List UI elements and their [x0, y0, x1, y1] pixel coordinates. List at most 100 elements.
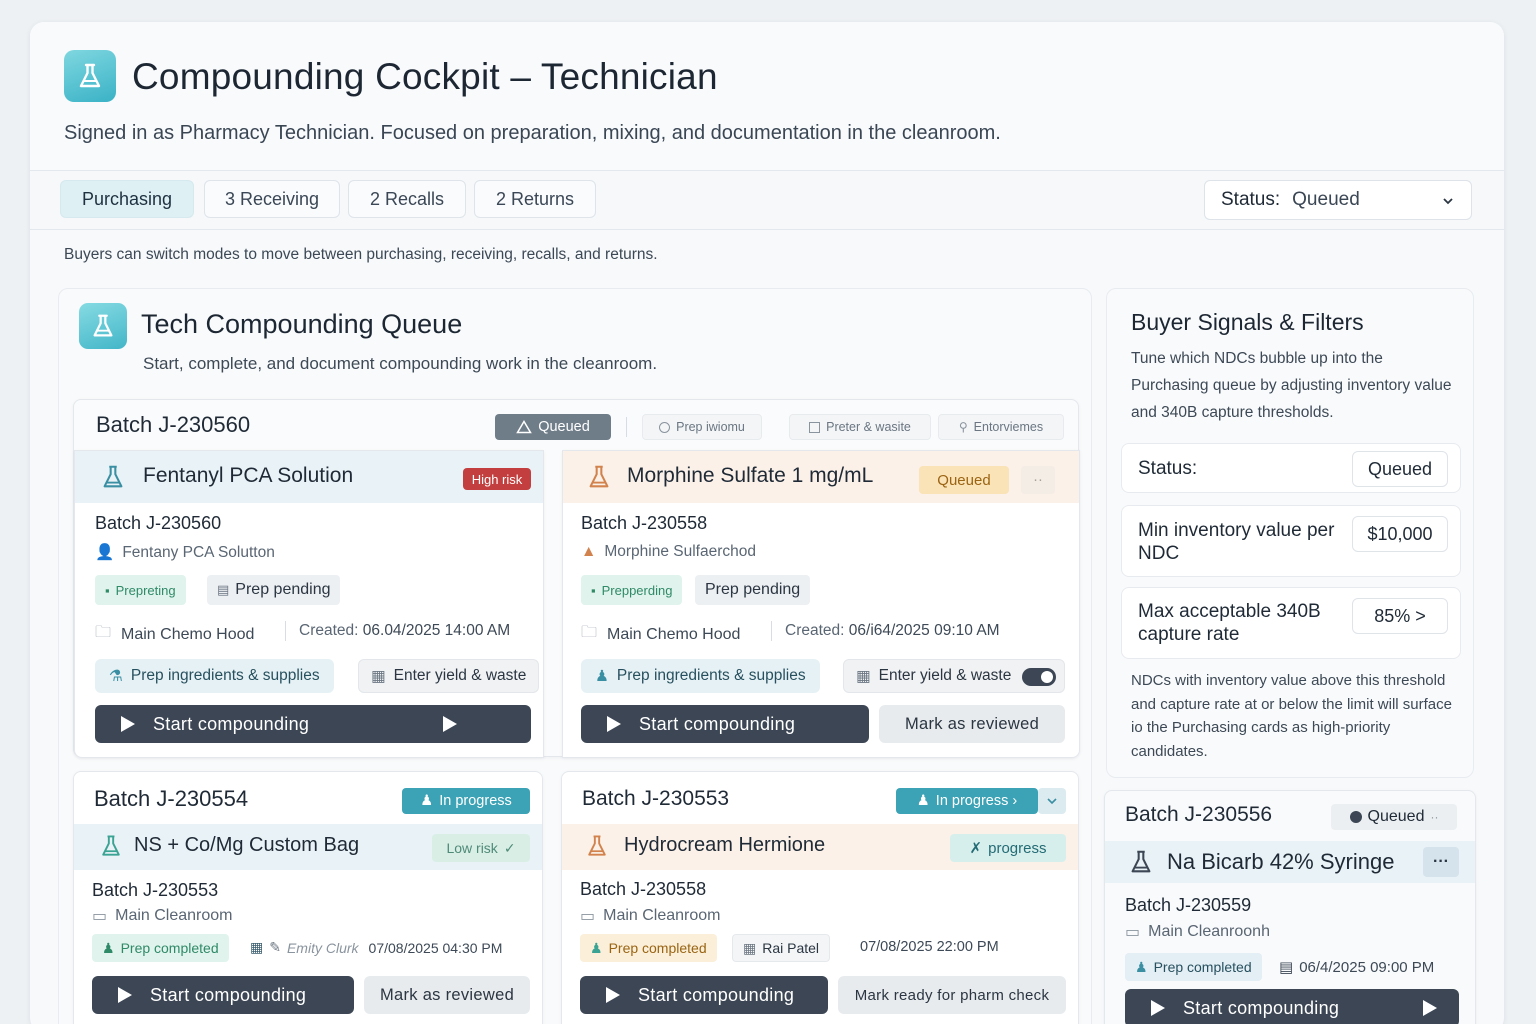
dot-icon [1349, 811, 1362, 823]
building-icon [809, 421, 821, 433]
mark-ready-button[interactable]: Mark ready for pharm check [838, 976, 1066, 1014]
play-icon [121, 716, 135, 732]
tray-icon: ▭ [1125, 924, 1141, 941]
queue-panel: Tech Compounding Queue Start, complete, … [58, 288, 1092, 1024]
start-compounding-button[interactable]: Start compounding [581, 705, 869, 743]
product-name: NS + Co/Mg Custom Bag [134, 834, 360, 856]
stage-tag: ▪ Prepreting [95, 575, 186, 605]
drug-name: Fentany PCA Solutton [122, 543, 275, 561]
stage-tag-label: Prepperding [601, 582, 673, 598]
enter-yield-label: Enter yield & waste [393, 667, 527, 684]
status-badge-label: Queued [538, 419, 590, 435]
start-compounding-button[interactable]: Start compounding [92, 976, 354, 1014]
compound-card-fentanyl: Fentanyl PCA Solution High risk Batch J-… [74, 450, 544, 758]
risk-badge: High risk [463, 468, 531, 490]
status-filter-label: Status: [1138, 458, 1198, 479]
prep-tag: ▤ Prep pending [207, 575, 341, 605]
enter-yield-button[interactable]: ▦ Enter yield & waste [843, 659, 1065, 693]
assignee: Rai Patel [762, 940, 820, 956]
yield-toggle[interactable] [1022, 668, 1056, 686]
drug-name: Morphine Sulfaerchod [604, 543, 756, 560]
datetime: 07/08/2025 22:00 PM [860, 939, 999, 955]
tab-purchasing[interactable]: Purchasing [60, 180, 194, 218]
status-badge-label: In progress [439, 793, 512, 809]
min-inventory-label: Min inventory value per NDC [1138, 520, 1335, 564]
max-capture-input[interactable]: 85% > [1352, 598, 1448, 634]
min-inventory-input[interactable]: $10,000 [1352, 516, 1448, 552]
batch-number: Batch J-230558 [580, 879, 707, 899]
card-header: Na Bicarb 42% Syringe ··· [1105, 841, 1475, 883]
batch-card-j230553: Batch J-230553 ♟ In progress › Hydrocrea… [561, 771, 1079, 1024]
document-icon: ▤ [1279, 959, 1294, 976]
risk-dropdown[interactable]: Low risk ✓ [432, 834, 530, 862]
warning-icon [516, 420, 533, 434]
tab-returns[interactable]: 2 Returns [474, 180, 596, 218]
folder-icon: 🗀 [581, 624, 598, 641]
chevron-down-icon [1441, 192, 1455, 214]
stage-tag: ♟ Prep completed [92, 934, 229, 962]
prep-tag-label: Prep pending [235, 581, 331, 598]
progress-badge: ✗ progress [950, 834, 1066, 862]
flask-icon [588, 835, 606, 856]
queue-title: Tech Compounding Queue [141, 309, 463, 339]
mode-tabbar: Purchasing 3 Receiving 2 Recalls 2 Retur… [30, 170, 1504, 230]
calendar-icon: ▦ [743, 939, 757, 956]
start-compounding-label: Start compounding [150, 984, 307, 1005]
stage-tag-label: Prep completed [1153, 959, 1252, 975]
stage-tag: ♟ Prep completed [580, 934, 717, 962]
chip-prep[interactable]: Prep iwiomu [642, 414, 762, 440]
folder-icon: 🗀 [95, 624, 112, 641]
status-badge: Queued [919, 466, 1009, 494]
datetime: 06/4/2025 09:00 PM [1299, 958, 1435, 976]
start-compounding-button[interactable]: Start compounding [580, 976, 828, 1014]
status-chevron-button[interactable] [1038, 788, 1066, 814]
more-menu-button[interactable]: ··· [1423, 847, 1459, 877]
enter-yield-button[interactable]: ▦ Enter yield & waste [358, 659, 540, 693]
status-select[interactable]: Status: Queued [1204, 180, 1472, 220]
flask-icon [1131, 850, 1151, 873]
play-icon [443, 716, 457, 732]
assignee-line: ▦ ✎ Emity Clurk 07/08/2025 04:30 PM [250, 939, 502, 956]
chip-preter-label: Preter & wasite [826, 420, 911, 434]
circle-icon [659, 421, 671, 433]
created-label: Created: [785, 622, 845, 639]
person-icon: ♟ [595, 667, 609, 685]
filter-icon: ⚲ [958, 420, 968, 434]
play-icon [607, 716, 621, 732]
chip-entorviemes[interactable]: ⚲ Entorviemes [938, 414, 1064, 440]
location-line: ▭ Main Cleanroonh [1125, 922, 1270, 942]
max-capture-label: Max acceptable 340B capture rate [1138, 601, 1321, 645]
batch-title: Batch J-230554 [94, 786, 249, 811]
mark-reviewed-button[interactable]: Mark as reviewed [879, 705, 1065, 743]
location-line: ▭ Main Cleanroom [92, 906, 233, 926]
chip-preter[interactable]: Preter & wasite [789, 414, 931, 440]
mark-reviewed-button[interactable]: Mark as reviewed [364, 976, 530, 1014]
person-icon: ♟ [916, 793, 930, 809]
flask-icon [589, 465, 609, 488]
prep-ingredients-label: Prep ingredients & supplies [616, 667, 806, 684]
more-button[interactable]: ·· [1021, 466, 1055, 494]
status-filter-row: Status: Queued [1121, 443, 1461, 493]
start-compounding-label: Start compounding [638, 984, 795, 1005]
stage-tag-label: Prepreting [115, 582, 176, 598]
start-compounding-label: Start compounding [639, 713, 796, 734]
prep-ingredients-button[interactable]: ⚗ Prep ingredients & supplies [95, 659, 334, 693]
stage-tag: ▪ Prepperding [581, 575, 683, 605]
start-compounding-button[interactable]: Start compounding [95, 705, 531, 743]
play-icon [118, 987, 132, 1003]
stage-tag-label: Prep completed [608, 940, 707, 956]
status-badge-label: Queued [1367, 808, 1425, 825]
start-compounding-button[interactable]: Start compounding [1125, 989, 1459, 1024]
tray-icon: ▭ [92, 908, 108, 925]
batch-group-card: Batch J-230560 Queued Prep iwiomu Preter… [73, 399, 1080, 758]
card-header: NS + Co/Mg Custom Bag Low risk ✓ [74, 824, 542, 870]
tab-recalls[interactable]: 2 Recalls [348, 180, 466, 218]
prep-ingredients-button[interactable]: ♟ Prep ingredients & supplies [581, 659, 820, 693]
status-badge: ♟ In progress › [896, 788, 1038, 814]
tab-receiving[interactable]: 3 Receiving [204, 180, 340, 218]
mountain-icon: ▲ [581, 543, 597, 560]
drug-line: 👤 Fentany PCA Solutton [95, 543, 275, 562]
location-line: ▭ Main Cleanroom [580, 906, 721, 926]
divider [285, 621, 286, 641]
status-filter-select[interactable]: Queued [1352, 451, 1448, 487]
